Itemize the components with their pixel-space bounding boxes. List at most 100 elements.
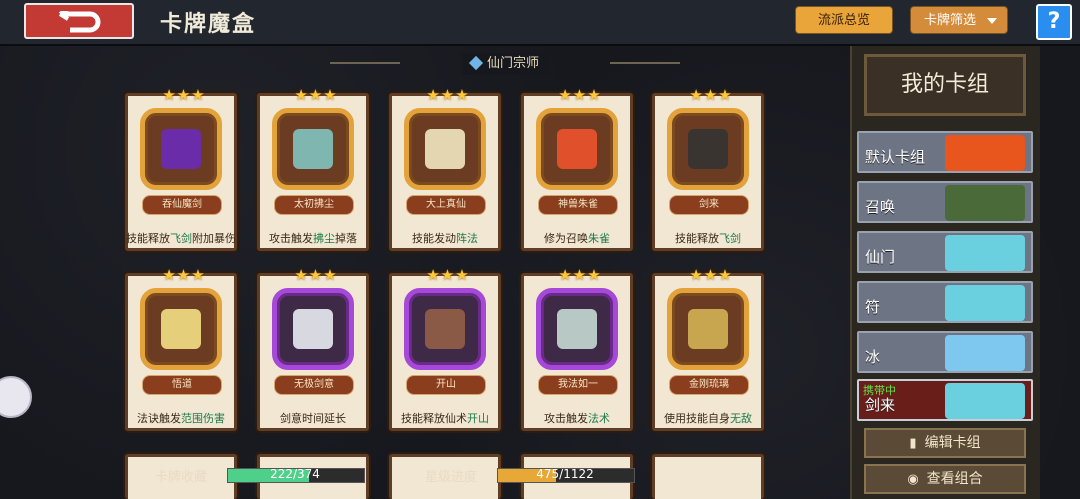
card[interactable]: ★★★ 无极剑意剑意时间延长 [257, 266, 369, 431]
card-frame [140, 288, 222, 370]
card-desc-text: 掉落 [335, 232, 357, 245]
view-combo-button[interactable]: ◉ 查看组合 [864, 464, 1026, 494]
card-description: 技能释放仙术开山 [389, 407, 501, 431]
deck-panel: 我的卡组 默认卡组召唤仙门符冰携带中 剑来 ▮ 编辑卡组 ◉ 查看组合 [850, 46, 1040, 499]
star-rating: ★★★ [162, 266, 206, 284]
view-combo-label: 查看组合 [926, 471, 983, 487]
deck-label: 符 [865, 298, 881, 316]
card-desc-highlight: 朱雀 [588, 232, 610, 245]
deck-panel-title: 我的卡组 [864, 54, 1026, 116]
section-header: 仙门宗师 [330, 52, 680, 75]
card-desc-highlight: 法术 [588, 412, 610, 425]
card[interactable]: ★★★ 神兽朱雀修为召唤朱雀 [521, 86, 633, 251]
star-rating: ★★★ [558, 86, 602, 104]
card-desc-highlight: 阵法 [456, 232, 478, 245]
deck-item[interactable]: 默认卡组 [857, 131, 1033, 173]
divider [610, 62, 680, 64]
back-button[interactable] [24, 3, 134, 39]
star-rating: ★★★ [162, 86, 206, 104]
card-desc-text: 使用技能自身 [664, 412, 730, 425]
card-frame [272, 288, 354, 370]
card-name: 无极剑意 [274, 375, 354, 395]
star-rating: ★★★ [294, 266, 338, 284]
card-frame [404, 108, 486, 190]
card-desc-text: 攻击触发 [269, 232, 313, 245]
star-rating: ★★★ [689, 86, 733, 104]
deck-label: 默认卡组 [865, 148, 926, 166]
card-name: 开山 [406, 375, 486, 395]
card-description: 剑意时间延长 [257, 407, 369, 431]
faction-overview-button[interactable]: 流派总览 [795, 6, 893, 34]
card-description: 技能发动阵法 [389, 227, 501, 251]
card-filter-label: 卡牌筛选 [923, 13, 976, 28]
card-desc-highlight: 飞剑 [170, 232, 192, 245]
card-desc-highlight: 飞剑 [719, 232, 741, 245]
card-art [557, 309, 597, 349]
deck-item[interactable]: 符 [857, 281, 1033, 323]
deck-art [945, 135, 1025, 171]
card-frame [140, 108, 222, 190]
card-frame [536, 108, 618, 190]
card-name: 吞仙魔剑 [142, 195, 222, 215]
card-partial[interactable] [652, 454, 764, 499]
card-art [688, 129, 728, 169]
deck-item[interactable]: 冰 [857, 331, 1033, 373]
card-art [425, 129, 465, 169]
star-rating: ★★★ [689, 266, 733, 284]
card-art [293, 309, 333, 349]
card-art [161, 309, 201, 349]
deck-item[interactable]: 仙门 [857, 231, 1033, 273]
card-art [161, 129, 201, 169]
edit-deck-button[interactable]: ▮ 编辑卡组 [864, 428, 1026, 458]
card-desc-highlight: 范围伤害 [181, 412, 225, 425]
deck-label: 剑来 [865, 396, 896, 414]
card[interactable]: ★★★ 剑来技能释放飞剑 [652, 86, 764, 251]
card-frame [404, 288, 486, 370]
star-rating: ★★★ [426, 86, 470, 104]
deck-art [945, 185, 1025, 221]
deck-item[interactable]: 召唤 [857, 181, 1033, 223]
card-name: 剑来 [669, 195, 749, 215]
edit-deck-label: 编辑卡组 [924, 435, 981, 451]
deck-art [945, 335, 1025, 371]
help-button[interactable]: ? [1036, 4, 1072, 40]
star-value: 475/1122 [536, 467, 594, 481]
card-desc-text: 附加暴伤 [192, 232, 236, 245]
card[interactable]: ★★★ 开山技能释放仙术开山 [389, 266, 501, 431]
card-desc-text: 技能释放 [675, 232, 719, 245]
card-desc-text: 技能释放仙术 [401, 412, 467, 425]
card-desc-text: 技能发动 [412, 232, 456, 245]
card-description: 攻击触发法术 [521, 407, 633, 431]
deck-label: 冰 [865, 348, 881, 366]
divider [330, 62, 400, 64]
card[interactable]: ★★★ 大上真仙 技能发动阵法 [389, 86, 501, 251]
card-description: 修为召唤朱雀 [521, 227, 633, 251]
card-description: 攻击触发拂尘掉落 [257, 227, 369, 251]
card-filter-dropdown[interactable]: 卡牌筛选 [910, 6, 1008, 34]
card-desc-text: 修为召唤 [544, 232, 588, 245]
deck-art [945, 383, 1025, 419]
star-rating: ★★★ [426, 266, 470, 284]
back-arrow-icon [58, 11, 101, 33]
copy-icon: ▮ [909, 436, 917, 451]
card-name: 悟道 [142, 375, 222, 395]
card[interactable]: ★★★ 我法如一 攻击触发法术 [521, 266, 633, 431]
star-label: 星级进度 [425, 470, 478, 485]
card-name: 神兽朱雀 [538, 195, 618, 215]
card-frame [536, 288, 618, 370]
star-rating: ★★★ [294, 86, 338, 104]
card-art [293, 129, 333, 169]
card-frame [272, 108, 354, 190]
card[interactable]: ★★★ 金刚琉璃 使用技能自身无敌 [652, 266, 764, 431]
card-description: 技能释放飞剑附加暴伤 [125, 227, 237, 251]
card-desc-highlight: 无敌 [730, 412, 752, 425]
deck-item[interactable]: 携带中 剑来 [857, 379, 1033, 421]
card[interactable]: ★★★ 悟道法诀触发范围伤害 [125, 266, 237, 431]
card[interactable]: ★★★ 吞仙魔剑技能释放飞剑附加暴伤 [125, 86, 237, 251]
card-desc-text: 技能释放 [126, 232, 170, 245]
card[interactable]: ★★★ 太初拂尘 攻击触发拂尘掉落 [257, 86, 369, 251]
card-art [557, 129, 597, 169]
card-desc-text: 攻击触发 [544, 412, 588, 425]
card-desc-text: 法诀触发 [137, 412, 181, 425]
deck-art [945, 285, 1025, 321]
